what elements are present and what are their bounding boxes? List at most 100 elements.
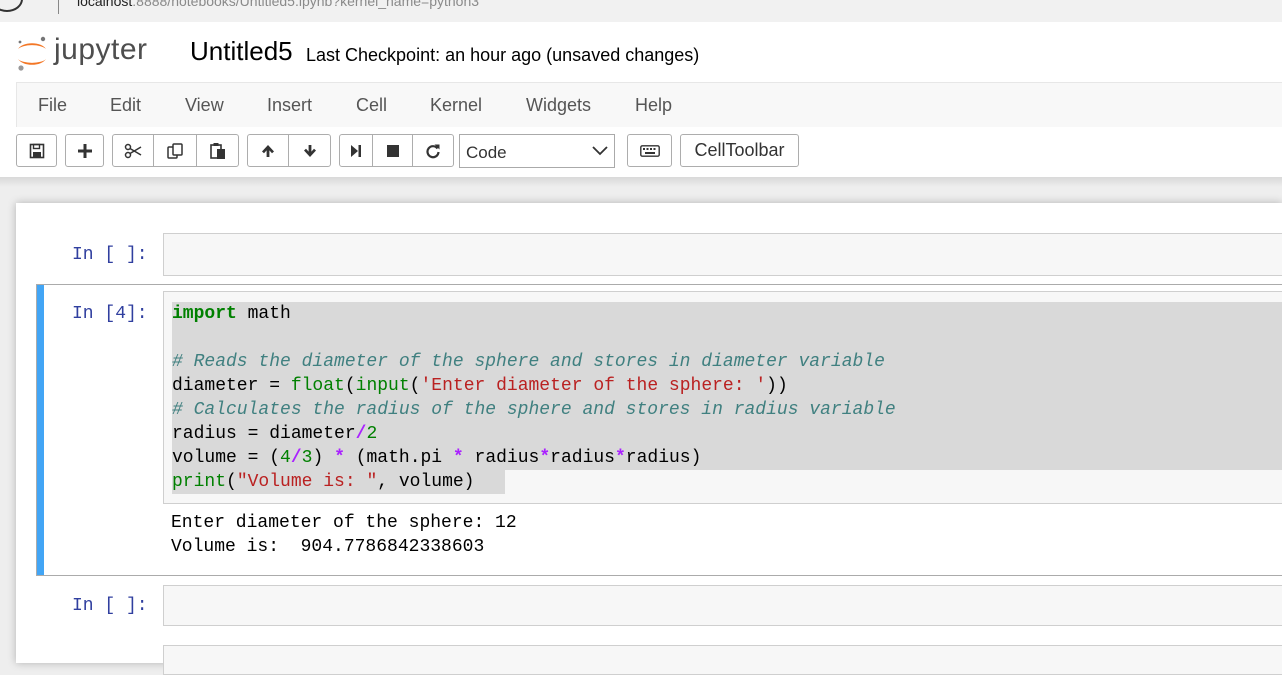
- code-comment-2: # Calculates the radius of the sphere an…: [172, 400, 896, 420]
- cell-type-select[interactable]: Code: [459, 134, 615, 168]
- code-text: radius = diameter: [172, 424, 356, 444]
- notebook-header: jupyter Untitled5 Last Checkpoint: an ho…: [0, 22, 1282, 82]
- code-text: (: [226, 472, 237, 492]
- cell-3-prompt: In [ ]:: [72, 596, 148, 616]
- code-string: "Volume is: ": [236, 472, 378, 492]
- keyboard-icon: [639, 144, 660, 157]
- code-line-8: print("Volume is: ", volume): [172, 472, 474, 492]
- url-text[interactable]: localhost:8888/notebooks/Untitled5.ipynb…: [77, 0, 479, 9]
- copy-icon: [167, 142, 183, 159]
- address-bar[interactable]: localhost:8888/notebooks/Untitled5.ipynb…: [0, 0, 1282, 22]
- toolbar: Code CellToolbar: [0, 127, 1282, 177]
- code-text: )): [766, 376, 788, 396]
- code-line-7: volume = (4/3) * (math.pi * radius*radiu…: [172, 448, 701, 468]
- checkpoint-status: Last Checkpoint: an hour ago (unsaved ch…: [306, 45, 700, 65]
- cell-1-prompt: In [ ]:: [72, 245, 148, 265]
- move-down-button[interactable]: [288, 134, 331, 167]
- chevron-down-icon: [592, 146, 608, 156]
- code-line-1: import math: [172, 304, 291, 324]
- arrow-down-icon: [303, 144, 316, 157]
- output-line-2: Volume is: 904.7786842338603: [171, 537, 485, 557]
- code-line-6: radius = diameter/2: [172, 424, 377, 444]
- toolbar-shadow: [0, 177, 1282, 187]
- cell-2-input[interactable]: import math # Reads the diameter of the …: [163, 291, 1282, 504]
- code-line-4: diameter = float(input('Enter diameter o…: [172, 376, 788, 396]
- menubar-container: File Edit View Insert Cell Kernel Widget…: [0, 82, 1282, 128]
- code-number: 3: [301, 448, 313, 468]
- cell-1-input[interactable]: [163, 233, 1282, 276]
- celltoolbar-button[interactable]: CellToolbar: [680, 134, 799, 167]
- code-string: 'Enter diameter of the sphere: ': [420, 376, 767, 396]
- cell-2-prompt: In [4]:: [72, 304, 148, 324]
- code-comment-1: # Reads the diameter of the sphere and s…: [172, 352, 885, 372]
- menubar: File Edit View Insert Cell Kernel Widget…: [16, 82, 1282, 128]
- redo-icon: [426, 144, 440, 158]
- builtin-input: input: [355, 376, 410, 396]
- code-number: 4: [280, 448, 291, 468]
- notebook-container: In [ ]: In [4]: import math # Reads the …: [16, 203, 1282, 675]
- menu-kernel[interactable]: Kernel: [430, 95, 482, 116]
- jupyter-logo-icon: [18, 36, 46, 71]
- paste-icon: [209, 142, 225, 159]
- url-host: localhost: [77, 0, 133, 9]
- menu-widgets[interactable]: Widgets: [526, 95, 591, 116]
- cell-3-input[interactable]: [163, 585, 1282, 626]
- selected-cell-indicator: [37, 285, 44, 575]
- move-up-button[interactable]: [247, 134, 289, 167]
- code-text: diameter =: [172, 376, 291, 396]
- code-text: ): [312, 448, 335, 468]
- code-text: (math.pi: [344, 448, 453, 468]
- reload-icon[interactable]: [0, 0, 23, 12]
- code-operator: /: [355, 424, 367, 444]
- code-text: radius: [550, 448, 615, 468]
- stop-icon: [386, 144, 399, 157]
- code-operator: *: [614, 448, 626, 468]
- run-cell-button[interactable]: [339, 134, 373, 167]
- celltoolbar-label: CellToolbar: [694, 140, 785, 160]
- notebook-title[interactable]: Untitled5: [190, 36, 293, 67]
- code-operator: *: [334, 448, 345, 468]
- code-text: (: [344, 376, 356, 396]
- paste-button[interactable]: [196, 134, 239, 167]
- output-line-1: Enter diameter of the sphere: 12: [171, 513, 517, 533]
- save-icon: [29, 143, 44, 158]
- builtin-float: float: [290, 376, 345, 396]
- cell-type-value: Code: [466, 143, 507, 162]
- cell-4-input[interactable]: [163, 645, 1282, 675]
- code-text: math: [236, 304, 291, 324]
- code-editor[interactable]: import math # Reads the diameter of the …: [172, 302, 896, 494]
- menu-insert[interactable]: Insert: [267, 95, 312, 116]
- jupyter-logo[interactable]: jupyter: [15, 32, 175, 76]
- restart-kernel-button[interactable]: [412, 134, 454, 167]
- cut-button[interactable]: [112, 134, 154, 167]
- address-divider: [58, 0, 59, 14]
- menu-file[interactable]: File: [38, 95, 67, 116]
- cell-2-output: Enter diameter of the sphere: 12 Volume …: [171, 511, 517, 559]
- arrow-up-icon: [262, 144, 274, 157]
- code-text: , volume): [377, 472, 475, 492]
- code-number: 2: [366, 424, 378, 444]
- code-operator: /: [290, 448, 302, 468]
- code-text: (: [409, 376, 421, 396]
- code-operator: *: [452, 448, 464, 468]
- code-text: radius: [463, 448, 540, 468]
- copy-button[interactable]: [153, 134, 197, 167]
- step-forward-icon: [351, 144, 361, 157]
- code-text: volume = (: [172, 448, 281, 468]
- menu-cell[interactable]: Cell: [356, 95, 387, 116]
- menu-edit[interactable]: Edit: [110, 95, 141, 116]
- save-button[interactable]: [16, 134, 57, 167]
- code-text: radius): [625, 448, 702, 468]
- builtin-print: print: [172, 472, 227, 492]
- menu-help[interactable]: Help: [635, 95, 672, 116]
- logo-text: jupyter: [54, 33, 148, 66]
- keyword-import: import: [172, 304, 237, 324]
- insert-cell-button[interactable]: [65, 134, 104, 167]
- menu-view[interactable]: View: [185, 95, 224, 116]
- plus-icon: [77, 143, 92, 158]
- cut-icon: [124, 143, 142, 158]
- command-palette-button[interactable]: [627, 134, 672, 167]
- code-operator: *: [539, 448, 551, 468]
- interrupt-kernel-button[interactable]: [372, 134, 413, 167]
